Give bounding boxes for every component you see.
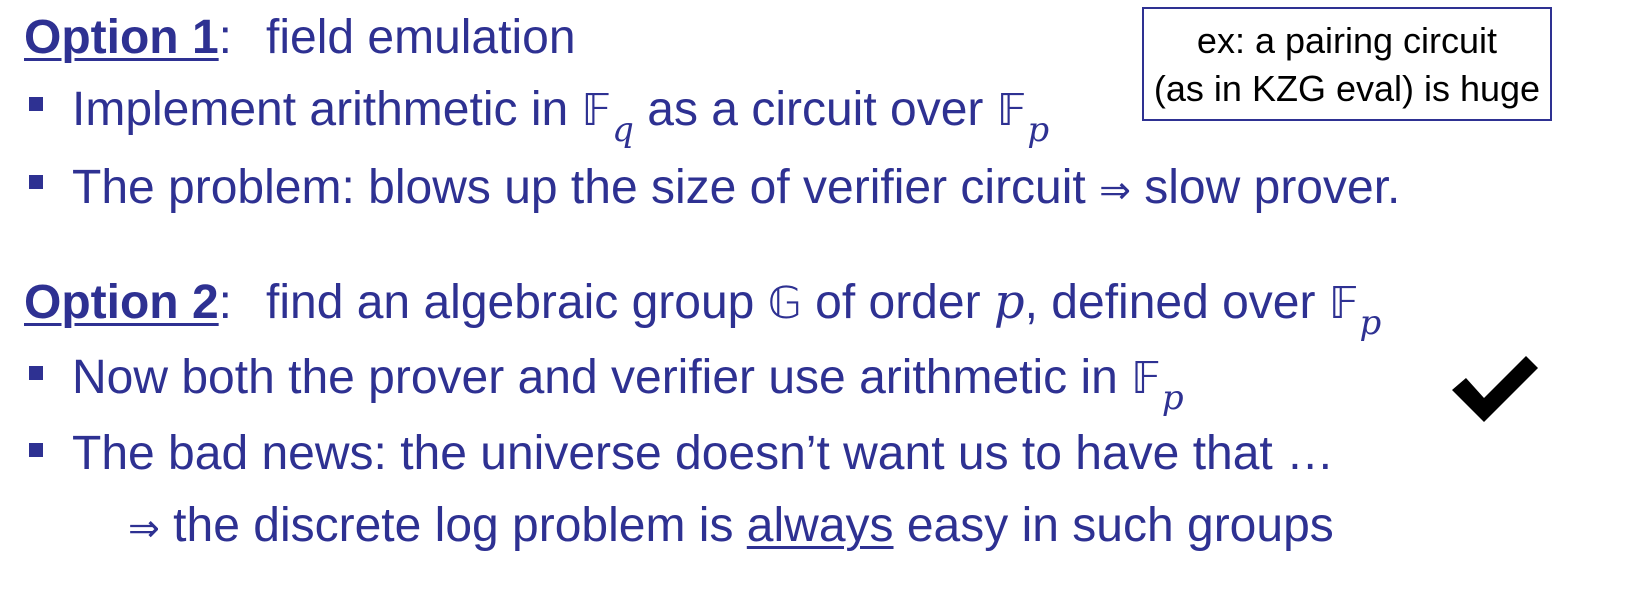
checkmark-icon <box>1452 356 1538 422</box>
option1-bullet1-text: Implement arithmetic in <box>72 83 582 136</box>
option2-title-middle: of order <box>801 276 994 329</box>
field-subscript: p <box>1027 110 1050 150</box>
field-subscript: p <box>1359 303 1382 343</box>
subline-text-after: easy in such groups <box>893 499 1334 552</box>
option2-subline: ⇒ the discrete log problem is always eas… <box>128 496 1334 556</box>
square-bullet-icon <box>29 443 43 457</box>
field-symbol: 𝔽 <box>1328 278 1359 329</box>
implies-arrow-icon: ⇒ <box>1099 168 1131 212</box>
square-bullet-icon <box>29 175 43 189</box>
option1-title: field emulation <box>266 11 576 64</box>
option2-bullet1-text: Now both the prover and verifier use ari… <box>72 351 1132 404</box>
field-subscript: p <box>1161 378 1184 418</box>
note-box: ex: a pairing circuit (as in KZG eval) i… <box>1142 7 1552 121</box>
option1-label: Option 1 <box>24 11 219 64</box>
option1-bullet1-middle: as a circuit over <box>633 83 997 136</box>
option2-title-before: find an algebraic group <box>266 276 768 329</box>
subline-emphasis: always <box>746 499 894 552</box>
option1-colon: : <box>218 11 232 64</box>
square-bullet-icon <box>29 97 43 111</box>
field-symbol: 𝔽 <box>581 85 612 136</box>
option2-title-after: , defined over <box>1024 276 1329 329</box>
group-symbol: 𝔾 <box>767 278 802 329</box>
option2-bullet1: Now both the prover and verifier use ari… <box>72 348 1184 418</box>
option1-heading: Option 1: field emulation <box>24 8 576 68</box>
option1-bullet1: Implement arithmetic in 𝔽q as a circuit … <box>72 80 1049 150</box>
field-symbol: 𝔽 <box>996 85 1027 136</box>
option2-colon: : <box>218 276 232 329</box>
note-line-1: ex: a pairing circuit <box>1196 20 1498 61</box>
option1-bullet2-text: The problem: blows up the size of verifi… <box>72 161 1100 214</box>
option1-bullet2-after: slow prover. <box>1130 161 1401 214</box>
square-bullet-icon <box>29 366 43 380</box>
note-line-2: (as in KZG eval) is huge <box>1153 68 1541 109</box>
option2-bullet2: The bad news: the universe doesn’t want … <box>72 424 1334 484</box>
option2-label: Option 2 <box>24 276 219 329</box>
option1-bullet2: The problem: blows up the size of verifi… <box>72 158 1400 218</box>
option2-heading: Option 2: find an algebraic group 𝔾 of or… <box>24 272 1381 343</box>
order-variable: p <box>993 274 1025 330</box>
field-symbol: 𝔽 <box>1131 353 1161 404</box>
subline-text-before: the discrete log problem is <box>159 499 747 552</box>
implies-arrow-icon: ⇒ <box>128 506 160 550</box>
option2-bullet2-text: The bad news: the universe doesn’t want … <box>72 427 1335 480</box>
field-subscript: q <box>612 110 634 150</box>
